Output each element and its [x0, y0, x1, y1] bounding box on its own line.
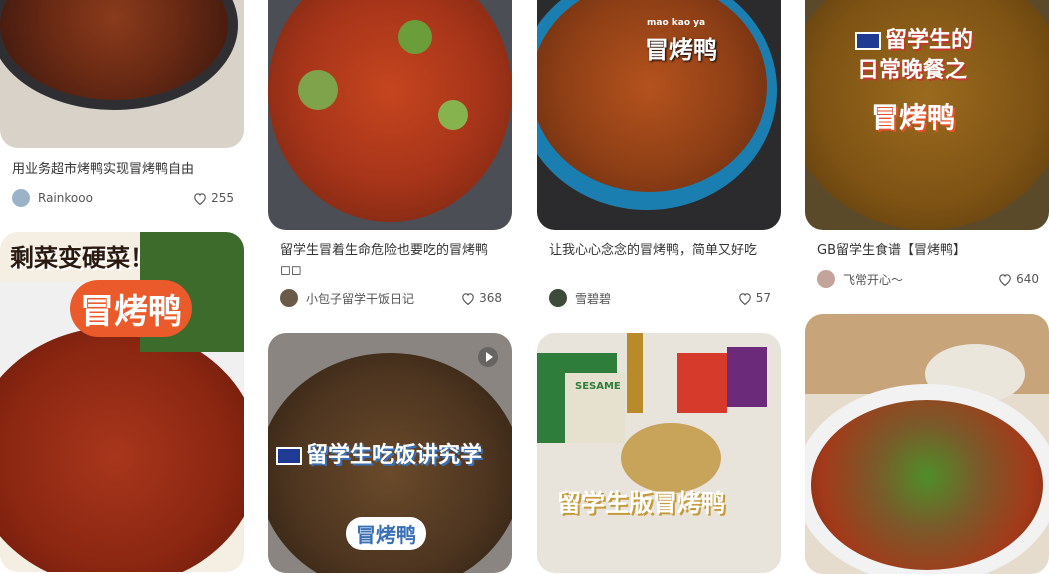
note-title[interactable]: 留学生冒着生命危险也要吃的冒烤鸭◻︎◻︎	[280, 241, 505, 281]
cover-caption: 冒烤鸭	[645, 36, 717, 64]
uk-flag-icon	[855, 32, 881, 50]
note-title[interactable]: 用业务超市烤鸭实现冒烤鸭自由	[12, 160, 237, 180]
cover-caption: 留学生的	[855, 22, 973, 54]
author-name[interactable]: 小包子留学干饭日记	[306, 290, 414, 307]
note-card[interactable]: mao kao ya 冒烤鸭 让我心心念念的冒烤鸭，简单又好吃 雪碧碧 57	[537, 0, 781, 312]
note-card[interactable]: 剩菜变硬菜！ 冒烤鸭	[0, 232, 244, 572]
note-cover-image[interactable]	[805, 314, 1049, 574]
note-card[interactable]: 留学生的 日常晚餐之 冒烤鸭 GB留学生食谱【冒烤鸭】 飞常开心～ 640	[805, 0, 1049, 312]
note-cover-image[interactable]: 留学生吃饭讲究学 冒烤鸭	[268, 333, 512, 573]
author-name[interactable]: 飞常开心～	[843, 271, 903, 288]
cover-caption: 留学生版冒烤鸭	[557, 489, 725, 517]
note-cover-image[interactable]: SESAME 留学生版冒烤鸭	[537, 333, 781, 573]
like-button[interactable]: 640	[998, 269, 1039, 289]
cover-caption: 留学生吃饭讲究学	[276, 437, 482, 469]
uk-flag-icon	[276, 447, 302, 465]
note-card[interactable]	[805, 314, 1049, 574]
like-count: 57	[755, 291, 771, 305]
note-card[interactable]: 留学生吃饭讲究学 冒烤鸭	[268, 333, 512, 573]
cover-caption-small: mao kao ya	[647, 18, 706, 28]
author-name[interactable]: Rainkooo	[38, 191, 93, 205]
like-button[interactable]: 57	[738, 288, 771, 308]
like-button[interactable]: 255	[193, 188, 234, 208]
note-cover-image[interactable]: mao kao ya 冒烤鸭	[537, 0, 781, 230]
cover-caption: 冒烤鸭	[70, 280, 192, 337]
note-cover-image[interactable]: 剩菜变硬菜！ 冒烤鸭	[0, 232, 244, 572]
heart-icon	[194, 192, 206, 205]
note-card[interactable]: 用业务超市烤鸭实现冒烤鸭自由 Rainkooo 255	[0, 0, 244, 215]
note-title[interactable]: GB留学生食谱【冒烤鸭】	[817, 241, 1042, 261]
like-count: 640	[1016, 272, 1039, 286]
heart-icon	[738, 292, 751, 305]
avatar[interactable]	[280, 289, 298, 307]
avatar[interactable]	[817, 270, 835, 288]
note-meta: Rainkooo 255	[12, 188, 234, 208]
like-button[interactable]: 368	[461, 288, 502, 308]
avatar[interactable]	[549, 289, 567, 307]
like-count: 255	[211, 191, 234, 205]
note-card[interactable]: 留学生冒着生命危险也要吃的冒烤鸭◻︎◻︎ 小包子留学干饭日记 368	[268, 0, 512, 312]
avatar[interactable]	[12, 189, 30, 207]
note-meta: 小包子留学干饭日记 368	[280, 288, 502, 308]
note-meta: 飞常开心～ 640	[817, 269, 1039, 289]
cover-caption: 冒烤鸭	[346, 517, 426, 550]
heart-icon	[462, 292, 474, 305]
note-card[interactable]: SESAME 留学生版冒烤鸭	[537, 333, 781, 573]
cover-caption-small: SESAME	[575, 381, 621, 392]
author-name[interactable]: 雪碧碧	[575, 290, 611, 307]
play-icon[interactable]	[478, 347, 498, 367]
note-cover-image[interactable]	[268, 0, 512, 230]
like-count: 368	[479, 291, 502, 305]
note-cover-image[interactable]: 留学生的 日常晚餐之 冒烤鸭	[805, 0, 1049, 230]
note-meta: 雪碧碧 57	[549, 288, 771, 308]
cover-caption: 剩菜变硬菜！	[10, 244, 154, 272]
heart-icon	[999, 273, 1011, 286]
note-cover-image[interactable]	[0, 0, 244, 148]
cover-caption: 日常晚餐之	[857, 58, 968, 83]
cover-caption: 冒烤鸭	[871, 101, 956, 134]
note-title[interactable]: 让我心心念念的冒烤鸭，简单又好吃	[549, 241, 774, 281]
